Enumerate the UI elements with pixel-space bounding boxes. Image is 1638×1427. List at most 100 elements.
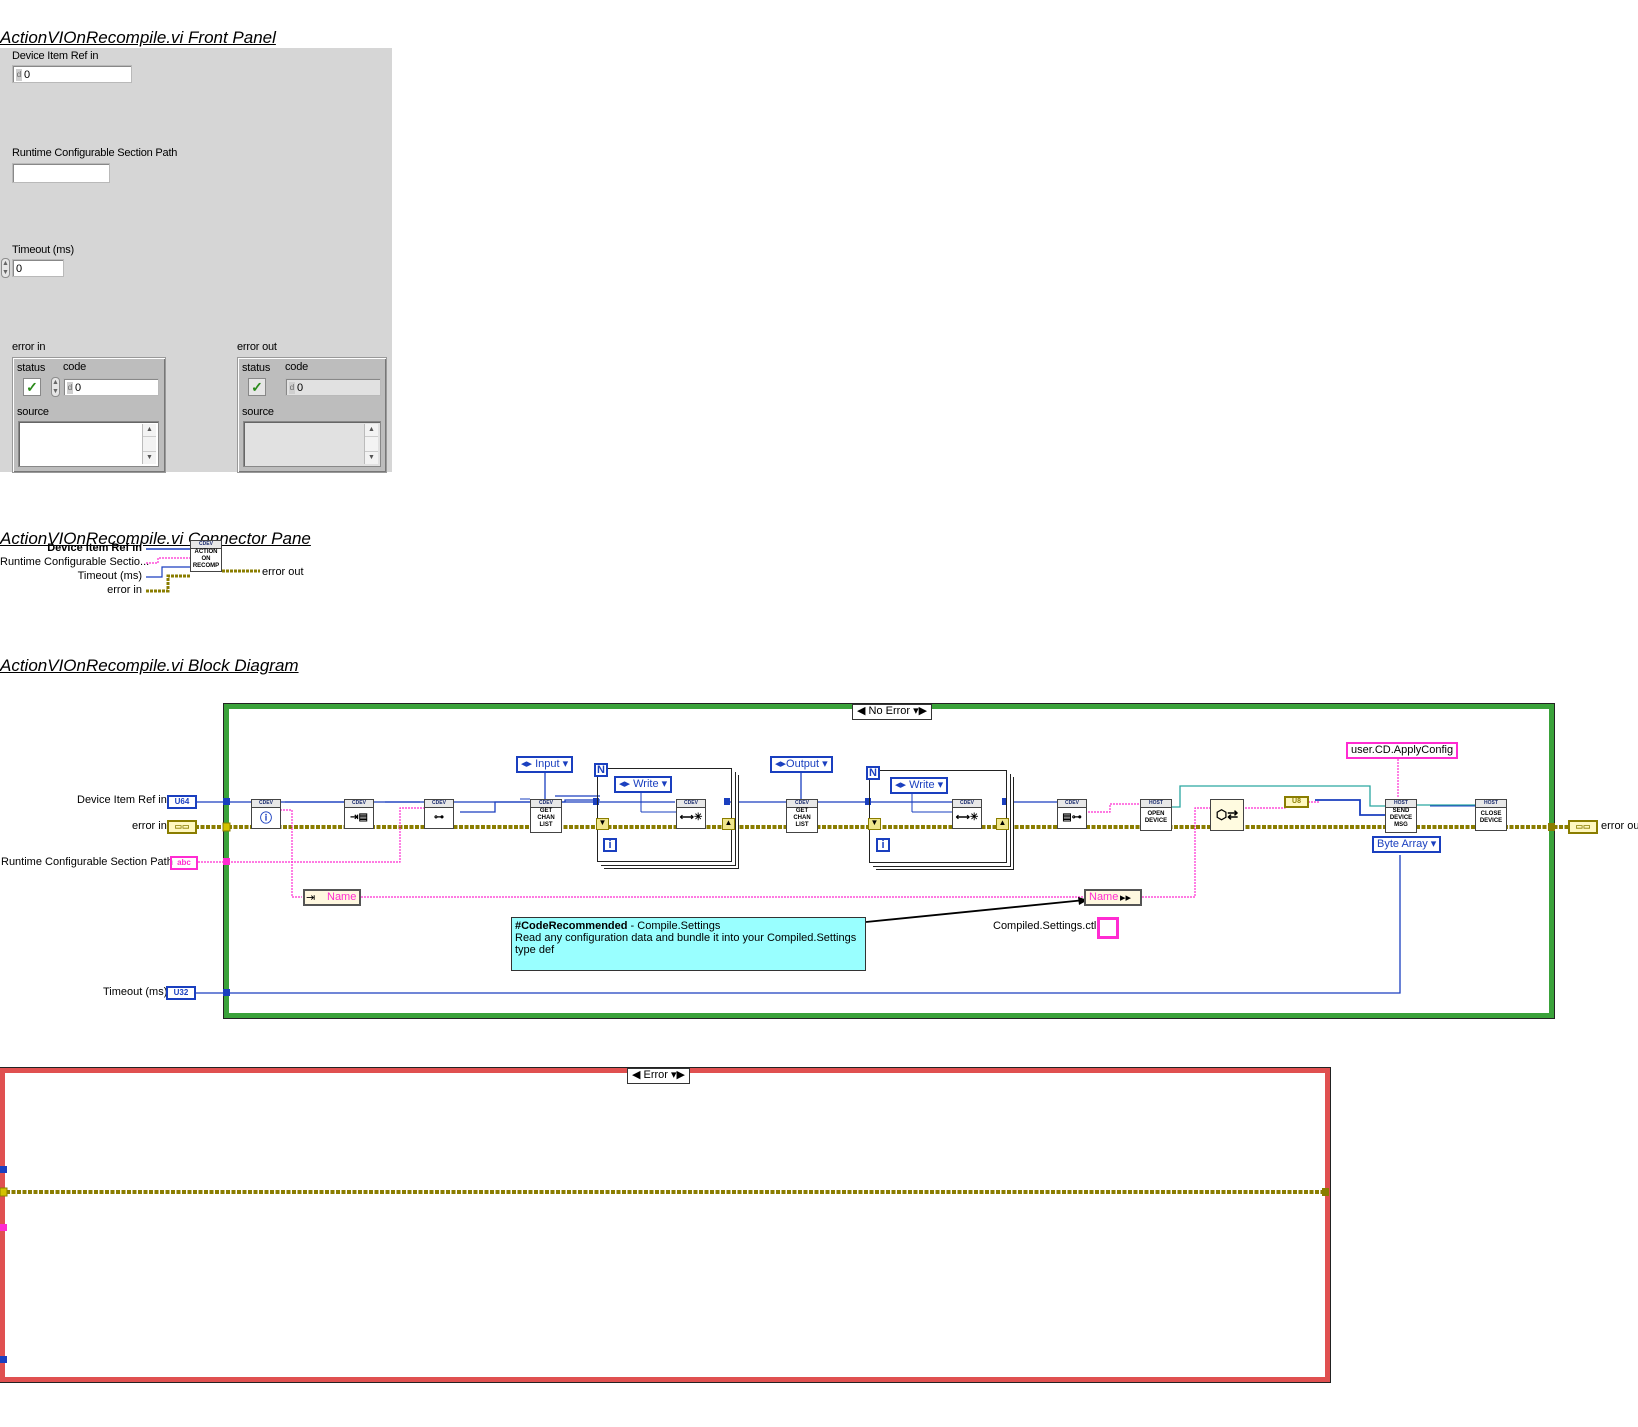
timeout-value: 0 xyxy=(16,263,23,275)
error-in-source-field[interactable]: ▲ ▼ xyxy=(18,421,159,467)
write-channel-node-2[interactable]: CDEV ⟷✳ xyxy=(952,799,982,829)
scroll-down-icon[interactable]: ▼ xyxy=(143,451,156,464)
cdev-header: CDEV xyxy=(191,541,221,549)
u8-constant[interactable]: U8 xyxy=(1284,796,1309,808)
for-loop-write-input[interactable] xyxy=(597,768,732,862)
waveform-icon: ⟷✳ xyxy=(679,812,703,823)
block-diagram-title: ActionVIOnRecompile.vi Block Diagram xyxy=(0,656,299,675)
enum-value: Input xyxy=(535,758,560,770)
close-device-node[interactable]: HOST CLOSE DEVICE xyxy=(1475,799,1507,831)
scroll-up-icon[interactable]: ▲ xyxy=(143,424,156,437)
comment-subtitle: - Compile.Settings xyxy=(627,920,721,932)
terminal-label-error-in: error in xyxy=(132,820,167,832)
timeout-control[interactable]: 0 xyxy=(12,259,64,277)
get-channel-node[interactable]: CDEV ▤⊶ xyxy=(1057,799,1087,829)
typedef-label: Compiled.Settings.ctl xyxy=(993,920,1097,932)
error-in-label: error in xyxy=(12,341,46,353)
cdev-header: CDEV xyxy=(1058,800,1086,808)
send-device-msg-node[interactable]: HOST SEND DEVICE MSG xyxy=(1385,799,1417,833)
radix-icon: d xyxy=(67,382,73,395)
cp-input-error-in: error in xyxy=(107,584,142,596)
node-text: GET xyxy=(539,808,553,814)
front-panel: Device Item Ref in d0 Runtime Configurab… xyxy=(0,48,392,473)
scrollbar[interactable]: ▲ ▼ xyxy=(364,424,378,464)
compiled-settings-typedef-constant[interactable] xyxy=(1097,917,1119,939)
terminal-device-item-ref[interactable]: U64 xyxy=(167,795,197,809)
error-out-source-field[interactable]: ▲ ▼ xyxy=(243,421,381,467)
error-out-source-label: source xyxy=(242,406,274,418)
cp-input-timeout: Timeout (ms) xyxy=(77,570,142,582)
error-out-cluster: status code ✓ d0 source ▲ ▼ xyxy=(237,357,387,473)
unbundle-field-name: Name xyxy=(327,891,357,903)
tree-icon: ▤⊶ xyxy=(1062,812,1082,823)
comment-tag: #CodeRecommended xyxy=(515,920,628,932)
enum-input-constant[interactable]: ◂▸ Input ▾ xyxy=(516,756,574,773)
terminal-label-device-item-ref: Device Item Ref in xyxy=(77,794,167,806)
open-device-node[interactable]: HOST OPEN DEVICE xyxy=(1140,799,1172,831)
terminal-label-timeout: Timeout (ms) xyxy=(103,986,168,998)
bundle-field-name: Name xyxy=(1089,891,1119,903)
bundle-by-name-node[interactable]: Name xyxy=(1084,889,1143,906)
enum-value: Output xyxy=(786,758,820,770)
error-in-status-checkbox[interactable]: ✓ xyxy=(23,378,41,396)
terminal-label-runtime-path: Runtime Configurable Section Path xyxy=(1,856,173,868)
terminal-runtime-path[interactable]: abc xyxy=(170,856,198,870)
error-in-code-value: 0 xyxy=(75,382,82,394)
node-text: LIST xyxy=(539,822,553,828)
device-item-ref-label: Device Item Ref in xyxy=(12,50,99,62)
error-in-code-control[interactable]: d0 xyxy=(63,378,159,396)
cdev-header: CDEV xyxy=(252,800,280,808)
cdev-header: CDEV xyxy=(677,800,705,808)
check-icon: ✓ xyxy=(251,379,263,395)
enum-value: Byte Array xyxy=(1377,838,1428,850)
error-in-code-spinner[interactable]: ▲ ▼ xyxy=(51,377,60,397)
check-icon: ✓ xyxy=(26,379,38,395)
error-in-source-label: source xyxy=(17,406,49,418)
timeout-spinner[interactable]: ▲ ▼ xyxy=(1,258,10,278)
node-text: DEVICE xyxy=(1144,818,1168,824)
error-out-code-value: 0 xyxy=(297,382,304,394)
error-out-status-label: status xyxy=(242,362,271,374)
scrollbar[interactable]: ▲ ▼ xyxy=(142,424,156,464)
node-text: GET xyxy=(795,808,809,814)
error-in-code-label: code xyxy=(63,361,87,373)
node-text: DEVICE xyxy=(1479,818,1503,824)
string-constant-apply-config[interactable]: user.CD.ApplyConfig xyxy=(1346,742,1459,759)
shift-register-right-icon: ▲ xyxy=(996,818,1009,830)
get-config-node[interactable]: CDEV ⇥▤ xyxy=(344,799,374,829)
cp-input-runtime-path: Runtime Configurable Sectio... xyxy=(0,556,150,568)
node-text: MSG xyxy=(1394,822,1408,828)
comment-body: Read any configuration data and bundle i… xyxy=(515,932,857,956)
icon-line: ACTION xyxy=(194,549,218,555)
node-text: CLOSE xyxy=(1480,811,1502,817)
enum-output-constant[interactable]: ◂▸Output ▾ xyxy=(770,756,833,773)
cp-output-error-out: error out xyxy=(262,566,304,578)
error-in-status-label: status xyxy=(17,362,46,374)
action-on-recompile-icon: CDEV ACTION ON RECOMP xyxy=(190,540,222,572)
terminal-error-out[interactable]: ▭▭ xyxy=(1568,820,1598,834)
get-chan-list-output-node[interactable]: CDEV GET CHAN LIST xyxy=(786,799,818,833)
flatten-settings-node[interactable]: ⬡⇄ xyxy=(1210,799,1244,831)
enum-byte-array-constant[interactable]: Byte Array ▾ xyxy=(1372,836,1442,853)
terminal-error-in[interactable]: ▭▭ xyxy=(167,820,197,834)
device-item-ref-value: 0 xyxy=(24,69,31,81)
runtime-path-control[interactable] xyxy=(12,163,110,183)
write-channel-node-1[interactable]: CDEV ⟷✳ xyxy=(676,799,706,829)
wire-layer xyxy=(195,750,1568,996)
bundle-arrow-icon: ▸▸ xyxy=(1120,892,1132,904)
cdev-header: CDEV xyxy=(787,800,817,808)
loop-count-terminal: N xyxy=(866,766,880,780)
scroll-down-icon[interactable]: ▼ xyxy=(365,451,378,464)
get-device-info-node[interactable]: CDEV ⓘ xyxy=(251,799,281,829)
scroll-up-icon[interactable]: ▲ xyxy=(365,424,378,437)
device-item-ref-control[interactable]: d0 xyxy=(12,65,132,83)
node-text: CHAN xyxy=(793,815,811,821)
error-case-wires xyxy=(0,1166,1329,1363)
unbundle-arrow-icon: ⇥ xyxy=(306,892,316,904)
get-chan-list-input-node[interactable]: CDEV GET CHAN LIST xyxy=(530,799,562,833)
terminal-timeout[interactable]: U32 xyxy=(166,986,196,1000)
get-path-node[interactable]: CDEV ⊶ xyxy=(424,799,454,829)
icon-line: ON xyxy=(201,556,211,562)
cdev-header: CDEV xyxy=(953,800,981,808)
loop-index-terminal: i xyxy=(876,838,890,852)
